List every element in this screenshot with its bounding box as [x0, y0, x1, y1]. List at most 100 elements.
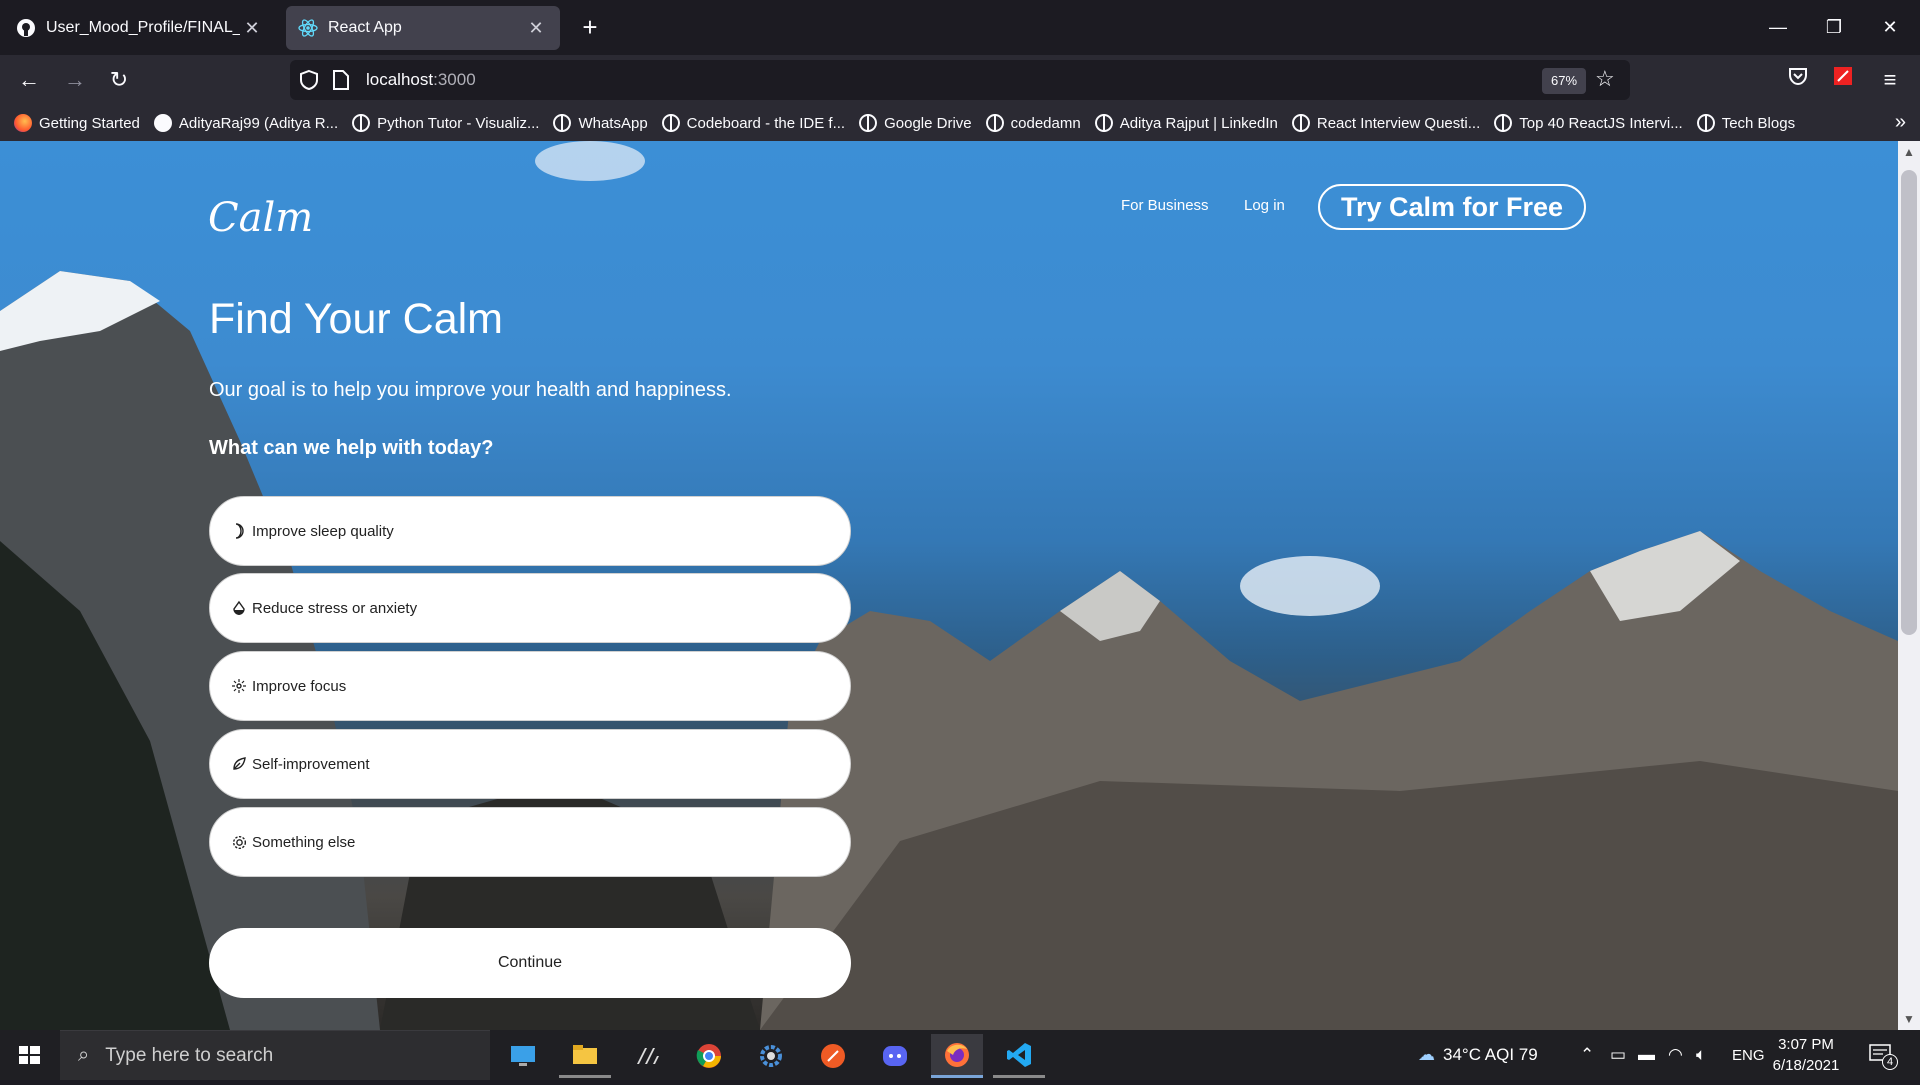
tray-overflow-icon[interactable]: ⌃	[1580, 1045, 1594, 1065]
chrome-icon[interactable]	[683, 1034, 735, 1078]
leaf-icon	[230, 755, 248, 773]
globe-icon	[1696, 114, 1715, 132]
taskbar-search-input[interactable]: ⌕ Type here to search	[60, 1030, 490, 1080]
extension-icon[interactable]	[1826, 63, 1860, 97]
battery-icon[interactable]: ▬	[1638, 1045, 1655, 1065]
bookmark-star-icon[interactable]: ☆	[1595, 66, 1615, 92]
vscode-icon[interactable]	[993, 1034, 1045, 1078]
new-tab-button[interactable]: +	[576, 14, 604, 42]
tab-close-icon[interactable]: ✕	[240, 18, 264, 39]
search-icon: ⌕	[78, 1044, 90, 1066]
page-subtitle: Our goal is to help you improve your hea…	[209, 379, 732, 401]
tab-strip: User_Mood_Profile/FINAL_UI at ✕ React Ap…	[0, 0, 1920, 55]
bookmark-label: codedamn	[1010, 114, 1081, 132]
bookmark-item[interactable]: AdityaRaj99 (Aditya R...	[153, 114, 339, 132]
for-business-link[interactable]: For Business	[1121, 197, 1209, 214]
bookmark-item[interactable]: Codeboard - the IDE f...	[661, 114, 845, 132]
option-label: Something else	[252, 833, 356, 851]
bookmark-item[interactable]: Python Tutor - Visualiz...	[352, 114, 539, 132]
reload-icon[interactable]: ↻	[102, 63, 136, 97]
bookmark-item[interactable]: Tech Blogs	[1696, 114, 1796, 132]
bookmark-item[interactable]: Top 40 ReactJS Intervi...	[1494, 114, 1683, 132]
gear-icon	[230, 833, 248, 851]
globe-icon	[553, 114, 572, 132]
windows-start-icon[interactable]	[0, 1030, 60, 1080]
option-label: Reduce stress or anxiety	[252, 599, 418, 617]
option-something-else[interactable]: Something else	[209, 807, 851, 877]
bookmark-label: Getting Started	[39, 114, 140, 132]
try-calm-free-button[interactable]: Try Calm for Free	[1318, 184, 1586, 230]
option-improve-focus[interactable]: Improve focus	[209, 651, 851, 721]
tab-github[interactable]: User_Mood_Profile/FINAL_UI at ✕	[4, 6, 276, 50]
search-placeholder: Type here to search	[105, 1044, 274, 1066]
cloud-icon: ☁	[1418, 1045, 1435, 1064]
clock-date: 6/18/2021	[1772, 1057, 1840, 1074]
tab-title: React App	[328, 19, 402, 36]
bookmark-label: Top 40 ReactJS Intervi...	[1519, 114, 1683, 132]
scrollbar-thumb[interactable]	[1901, 170, 1917, 635]
continue-button[interactable]: Continue	[209, 928, 851, 998]
globe-icon	[661, 114, 680, 132]
option-label: Improve focus	[252, 677, 347, 695]
bookmark-item[interactable]: WhatsApp	[553, 114, 648, 132]
camera-icon[interactable]: ▭	[1610, 1045, 1626, 1065]
bookmark-item[interactable]: codedamn	[985, 114, 1081, 132]
page-icon[interactable]	[332, 69, 350, 96]
zoom-level[interactable]: 67%	[1542, 68, 1586, 94]
bookmark-item[interactable]: React Interview Questi...	[1291, 114, 1481, 132]
scroll-up-icon[interactable]: ▲	[1903, 145, 1915, 159]
pocket-icon[interactable]	[1781, 63, 1815, 97]
forward-icon[interactable]: →	[58, 63, 92, 97]
bookmark-item[interactable]: Getting Started	[14, 114, 140, 132]
bookmark-item[interactable]: Google Drive	[859, 114, 972, 132]
address-bar[interactable]: localhost:3000 67% ☆	[290, 60, 1630, 100]
tab-react-app[interactable]: React App ✕	[286, 6, 560, 50]
window-close-icon[interactable]: ✕	[1870, 10, 1910, 44]
language-indicator[interactable]: ENG	[1732, 1047, 1765, 1064]
weather-widget[interactable]: ☁ 34°C AQI 79	[1418, 1045, 1538, 1065]
settings-app-icon[interactable]	[745, 1034, 797, 1078]
volume-icon[interactable]: 🔈︎	[1696, 1045, 1706, 1065]
option-reduce-stress[interactable]: Reduce stress or anxiety	[209, 573, 851, 643]
bookmark-label: AdityaRaj99 (Aditya R...	[178, 114, 339, 132]
bookmark-label: Tech Blogs	[1721, 114, 1796, 132]
option-self-improvement[interactable]: Self-improvement	[209, 729, 851, 799]
bookmark-label: React Interview Questi...	[1316, 114, 1481, 132]
file-explorer-icon[interactable]	[559, 1034, 611, 1078]
option-label: Self-improvement	[252, 755, 370, 773]
calm-logo[interactable]: Calm	[208, 195, 313, 241]
weather-text: 34°C AQI 79	[1443, 1045, 1538, 1064]
notification-icon[interactable]: 4	[1868, 1042, 1898, 1071]
desktop-app-icon[interactable]	[497, 1034, 549, 1078]
github-icon	[16, 18, 36, 38]
postman-icon[interactable]	[807, 1034, 859, 1078]
scroll-down-icon[interactable]: ▼	[1903, 1012, 1915, 1026]
option-improve-sleep[interactable]: Improve sleep quality	[209, 496, 851, 566]
tab-title: User_Mood_Profile/FINAL_UI at	[46, 19, 240, 36]
tab-close-icon[interactable]: ✕	[524, 18, 548, 39]
menu-icon[interactable]: ≡	[1873, 63, 1907, 97]
bookmark-label: WhatsApp	[578, 114, 648, 132]
firefox-icon	[14, 114, 32, 132]
firefox-taskbar-icon[interactable]	[931, 1034, 983, 1078]
notification-count: 4	[1882, 1054, 1898, 1070]
globe-icon	[1494, 114, 1513, 132]
navigation-toolbar: ← → ↻ localhost:3000 67% ☆ ≡	[0, 55, 1920, 105]
editor-app-icon[interactable]	[621, 1034, 673, 1078]
minimize-icon[interactable]: —	[1758, 10, 1798, 44]
url-text[interactable]: localhost:3000	[366, 70, 476, 90]
bookmarks-overflow-icon[interactable]: »	[1895, 111, 1906, 134]
bookmark-item[interactable]: Aditya Rajput | LinkedIn	[1094, 114, 1278, 132]
bookmark-label: Python Tutor - Visualiz...	[377, 114, 540, 132]
taskbar-clock[interactable]: 3:07 PM 6/18/2021	[1766, 1034, 1846, 1076]
bookmarks-bar: Getting Started AdityaRaj99 (Aditya R...…	[0, 105, 1920, 141]
back-icon[interactable]: ←	[12, 63, 46, 97]
clock-time: 3:07 PM	[1778, 1036, 1834, 1053]
login-link[interactable]: Log in	[1244, 197, 1285, 214]
shield-icon[interactable]	[298, 69, 320, 96]
page-viewport: Calm For Business Log in Try Calm for Fr…	[0, 141, 1898, 1030]
restore-icon[interactable]: ❐	[1814, 10, 1854, 44]
discord-icon[interactable]	[869, 1034, 921, 1078]
wifi-icon[interactable]: ◠	[1668, 1045, 1683, 1065]
question-label: What can we help with today?	[209, 437, 494, 459]
